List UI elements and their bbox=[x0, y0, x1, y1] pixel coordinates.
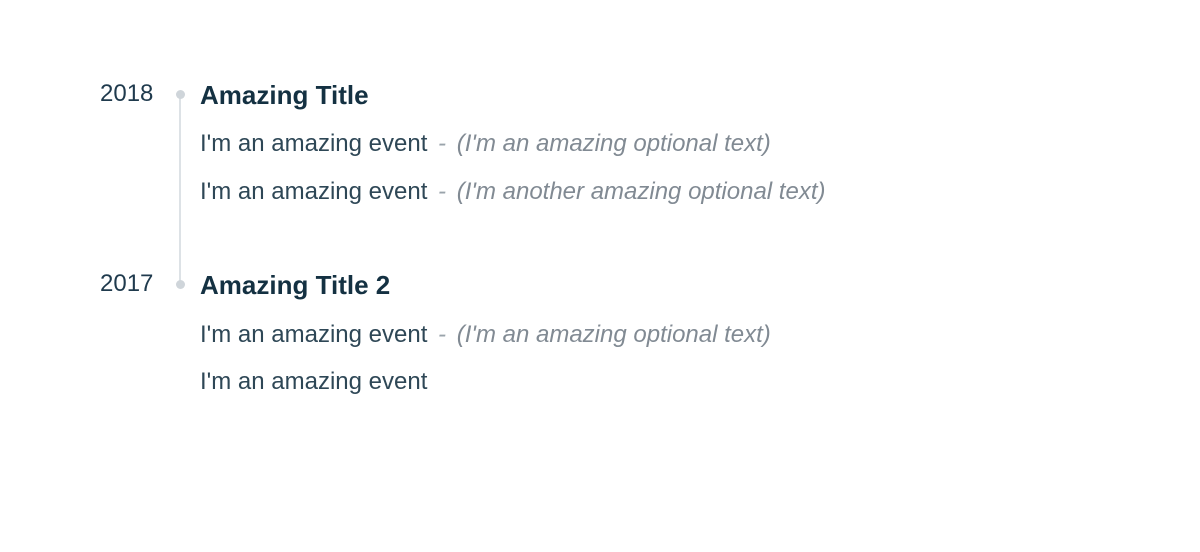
event-separator: - bbox=[438, 130, 446, 157]
timeline-year: 2018 bbox=[100, 80, 160, 222]
timeline-event: I'm an amazing event - (I'm another amaz… bbox=[200, 175, 1100, 209]
timeline: 2018 Amazing Title I'm an amazing event … bbox=[100, 80, 1100, 413]
timeline-dot-icon bbox=[176, 280, 185, 289]
event-optional-text: (I'm an amazing optional text) bbox=[457, 321, 771, 348]
event-text: I'm an amazing event bbox=[200, 130, 427, 157]
timeline-line bbox=[179, 98, 181, 282]
timeline-item: 2017 Amazing Title 2 I'm an amazing even… bbox=[100, 270, 1100, 412]
timeline-event: I'm an amazing event bbox=[200, 365, 1100, 399]
timeline-event: I'm an amazing event - (I'm an amazing o… bbox=[200, 127, 1100, 161]
timeline-dot-icon bbox=[176, 90, 185, 99]
timeline-event: I'm an amazing event - (I'm an amazing o… bbox=[200, 318, 1100, 352]
event-optional-text: (I'm another amazing optional text) bbox=[457, 178, 826, 205]
event-separator: - bbox=[438, 321, 446, 348]
event-text: I'm an amazing event bbox=[200, 368, 427, 395]
event-optional-text: (I'm an amazing optional text) bbox=[457, 130, 771, 157]
timeline-year: 2017 bbox=[100, 270, 160, 412]
event-separator: - bbox=[438, 178, 446, 205]
timeline-marker bbox=[160, 270, 200, 412]
timeline-title: Amazing Title bbox=[200, 80, 1100, 111]
timeline-content: Amazing Title 2 I'm an amazing event - (… bbox=[200, 270, 1100, 412]
timeline-item: 2018 Amazing Title I'm an amazing event … bbox=[100, 80, 1100, 222]
timeline-marker bbox=[160, 80, 200, 222]
timeline-title: Amazing Title 2 bbox=[200, 270, 1100, 301]
timeline-content: Amazing Title I'm an amazing event - (I'… bbox=[200, 80, 1100, 222]
event-text: I'm an amazing event bbox=[200, 321, 427, 348]
event-text: I'm an amazing event bbox=[200, 178, 427, 205]
